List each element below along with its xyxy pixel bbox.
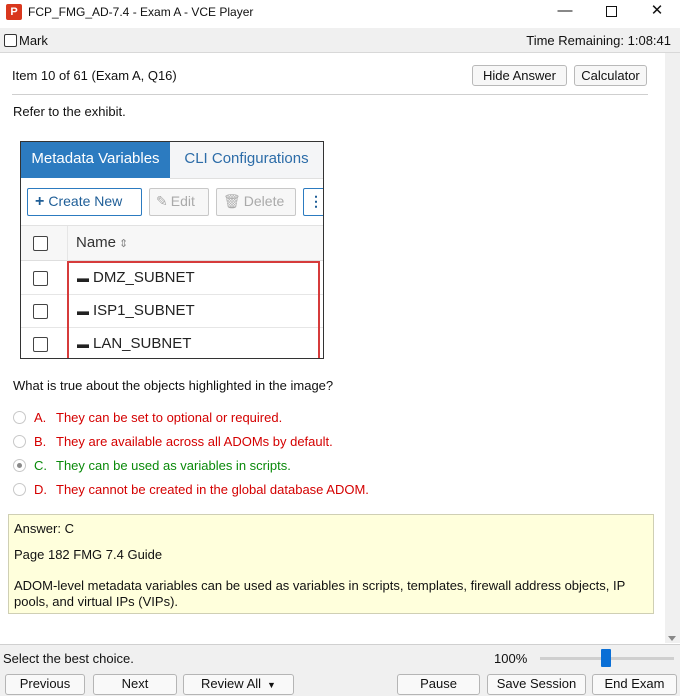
radio-button[interactable]: [13, 411, 26, 424]
review-all-label: Review All: [201, 676, 262, 691]
edit-icon: ✎: [156, 193, 168, 209]
pause-button[interactable]: Pause: [397, 674, 480, 695]
trash-icon: 🗑: [223, 193, 241, 209]
create-new-button: + Create New: [27, 188, 142, 216]
mark-checkbox[interactable]: [4, 34, 17, 47]
plus-icon: +: [35, 193, 45, 210]
option-letter: B.: [34, 434, 47, 449]
create-new-label: Create New: [48, 193, 123, 209]
scroll-down-icon[interactable]: [668, 636, 676, 641]
name-column-label: Name: [76, 234, 117, 251]
question-content: Item 10 of 61 (Exam A, Q16) Hide Answer …: [0, 53, 665, 643]
delete-button: 🗑 Delete: [216, 188, 296, 216]
zoom-slider-thumb[interactable]: [601, 649, 611, 667]
navigation-bar: Previous Next Review All ▼ Pause Save Ses…: [0, 671, 680, 696]
top-toolbar: Mark Time Remaining: 1:08:41: [0, 28, 680, 53]
row-checkbox: [33, 337, 48, 352]
option-text: They can be set to optional or required.: [56, 410, 283, 425]
previous-button[interactable]: Previous: [5, 674, 85, 695]
status-bar: Select the best choice. 100%: [0, 644, 680, 671]
edit-button: ✎ Edit: [149, 188, 209, 216]
exhibit-toolbar: + Create New ✎ Edit 🗑 Delete ⋮: [21, 179, 323, 226]
close-button[interactable]: ✕: [634, 0, 680, 24]
delete-label: Delete: [243, 193, 285, 209]
status-text: Select the best choice.: [3, 651, 134, 666]
select-all-checkbox: [33, 236, 48, 251]
minimize-button[interactable]: —: [542, 0, 588, 24]
vertical-scrollbar[interactable]: [665, 53, 680, 643]
tab-metadata-variables: Metadata Variables: [21, 142, 170, 178]
window-title: FCP_FMG_AD-7.4 - Exam A - VCE Player: [28, 5, 254, 19]
refer-text: Refer to the exhibit.: [13, 104, 126, 119]
option-letter: D.: [34, 482, 47, 497]
mark-label[interactable]: Mark: [19, 33, 48, 48]
dropdown-caret-icon: ▼: [267, 680, 276, 690]
explanation-line: ADOM-level metadata variables can be use…: [14, 578, 626, 593]
option-text: They can be used as variables in scripts…: [56, 458, 291, 473]
edit-label: Edit: [170, 193, 195, 209]
tab-cli-configurations: CLI Configurations: [170, 142, 323, 179]
more-options-icon: ⋮: [303, 188, 323, 216]
save-session-button[interactable]: Save Session: [487, 674, 586, 695]
option-text: They are available across all ADOMs by d…: [56, 434, 333, 449]
option-letter: A.: [34, 410, 47, 425]
exhibit-image: Metadata Variables CLI Configurations + C…: [20, 141, 324, 359]
option-text: They cannot be created in the global dat…: [56, 482, 369, 497]
divider: [12, 94, 648, 95]
end-exam-button[interactable]: End Exam: [592, 674, 677, 695]
name-column-header: Name ⇕: [76, 234, 128, 251]
radio-button[interactable]: [13, 483, 26, 496]
question-text: What is true about the objects highlight…: [13, 378, 334, 393]
title-bar: P FCP_FMG_AD-7.4 - Exam A - VCE Player —…: [0, 0, 680, 26]
row-checkbox: [33, 304, 48, 319]
maximize-button[interactable]: [588, 0, 634, 24]
time-remaining: Time Remaining: 1:08:41: [526, 33, 671, 48]
next-button[interactable]: Next: [93, 674, 177, 695]
row-checkbox: [33, 271, 48, 286]
review-all-button[interactable]: Review All ▼: [183, 674, 294, 695]
sort-icon: ⇕: [119, 238, 129, 250]
app-icon: P: [6, 4, 22, 20]
calculator-button[interactable]: Calculator: [574, 65, 647, 86]
zoom-level: 100%: [494, 651, 528, 666]
highlight-box: [67, 261, 320, 358]
maximize-icon: [605, 6, 617, 17]
radio-button-selected[interactable]: [13, 459, 26, 472]
radio-button[interactable]: [13, 435, 26, 448]
option-letter: C.: [34, 458, 47, 473]
item-label: Item 10 of 61 (Exam A, Q16): [12, 68, 177, 83]
answer-panel: Answer: C Page 182 FMG 7.4 Guide ADOM-le…: [8, 514, 654, 614]
answer-line: Answer: C: [14, 521, 74, 536]
reference-line: Page 182 FMG 7.4 Guide: [14, 547, 163, 562]
explanation-line: pools, and virtual IPs (VIPs).: [14, 594, 179, 609]
hide-answer-button[interactable]: Hide Answer: [472, 65, 567, 86]
